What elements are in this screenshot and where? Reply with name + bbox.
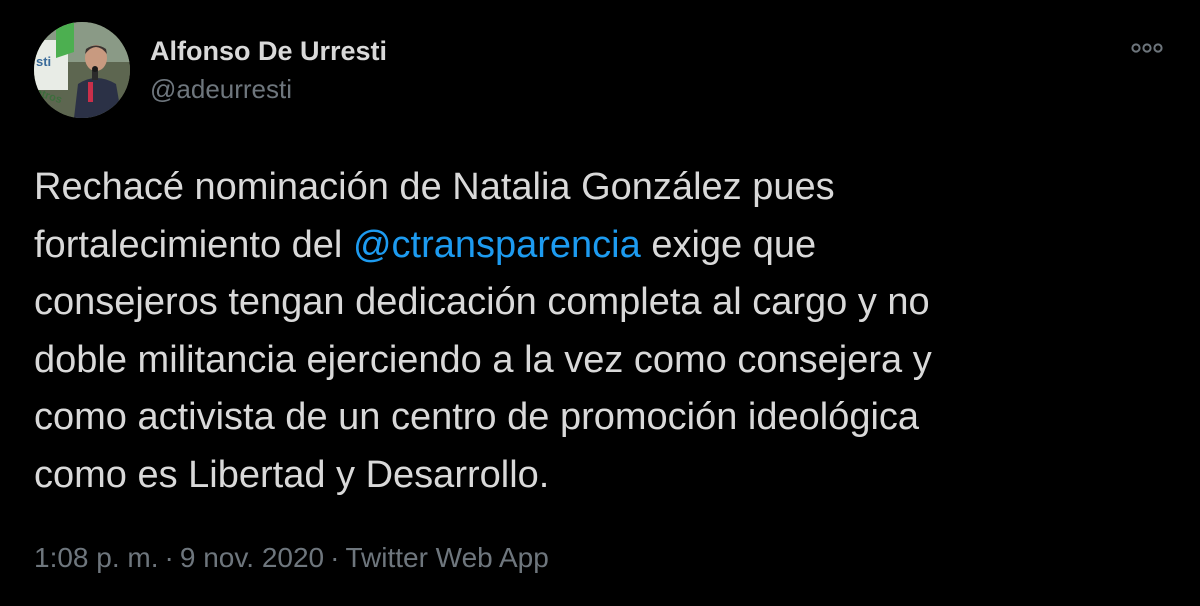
tweet-text-segment: fortalecimiento del [34,223,353,266]
profile-photo-image: sti ntros [34,22,130,118]
tweet-card: sti ntros Alfonso De Urresti @adeurresti… [0,0,1200,606]
meta-separator: · [330,542,340,573]
author-display-name[interactable]: Alfonso De Urresti [150,36,387,67]
tweet-text: Rechacé nominación de Natalia González p… [34,159,1154,504]
more-options-icon [1131,43,1163,53]
more-options-button[interactable] [1126,36,1170,64]
svg-text:sti: sti [36,54,51,69]
tweet-source[interactable]: Twitter Web App [345,542,548,573]
mention-link[interactable]: @ctransparencia [353,224,641,266]
tweet-text-segment: exige que [640,223,817,266]
tweet-text-line: fortalecimiento del @ctransparencia exig… [34,217,1154,275]
tweet-text-line: Rechacé nominación de Natalia González p… [34,166,835,208]
tweet-meta: 1:08 p. m. · 9 nov. 2020 · Twitter Web App [34,542,549,574]
author-handle[interactable]: @adeurresti [150,74,292,105]
tweet-date[interactable]: 9 nov. 2020 [180,542,324,573]
tweet-time[interactable]: 1:08 p. m. [34,542,159,573]
tweet-text-line: como es Libertad y Desarrollo. [34,453,550,496]
tweet-text-line: como activista de un centro de promoción… [34,396,920,438]
tweet-text-line: doble militancia ejerciendo a la vez com… [34,338,932,381]
avatar[interactable]: sti ntros [34,22,130,118]
meta-separator: · [164,542,174,573]
tweet-text-line: consejeros tengan dedicación completa al… [34,281,930,323]
